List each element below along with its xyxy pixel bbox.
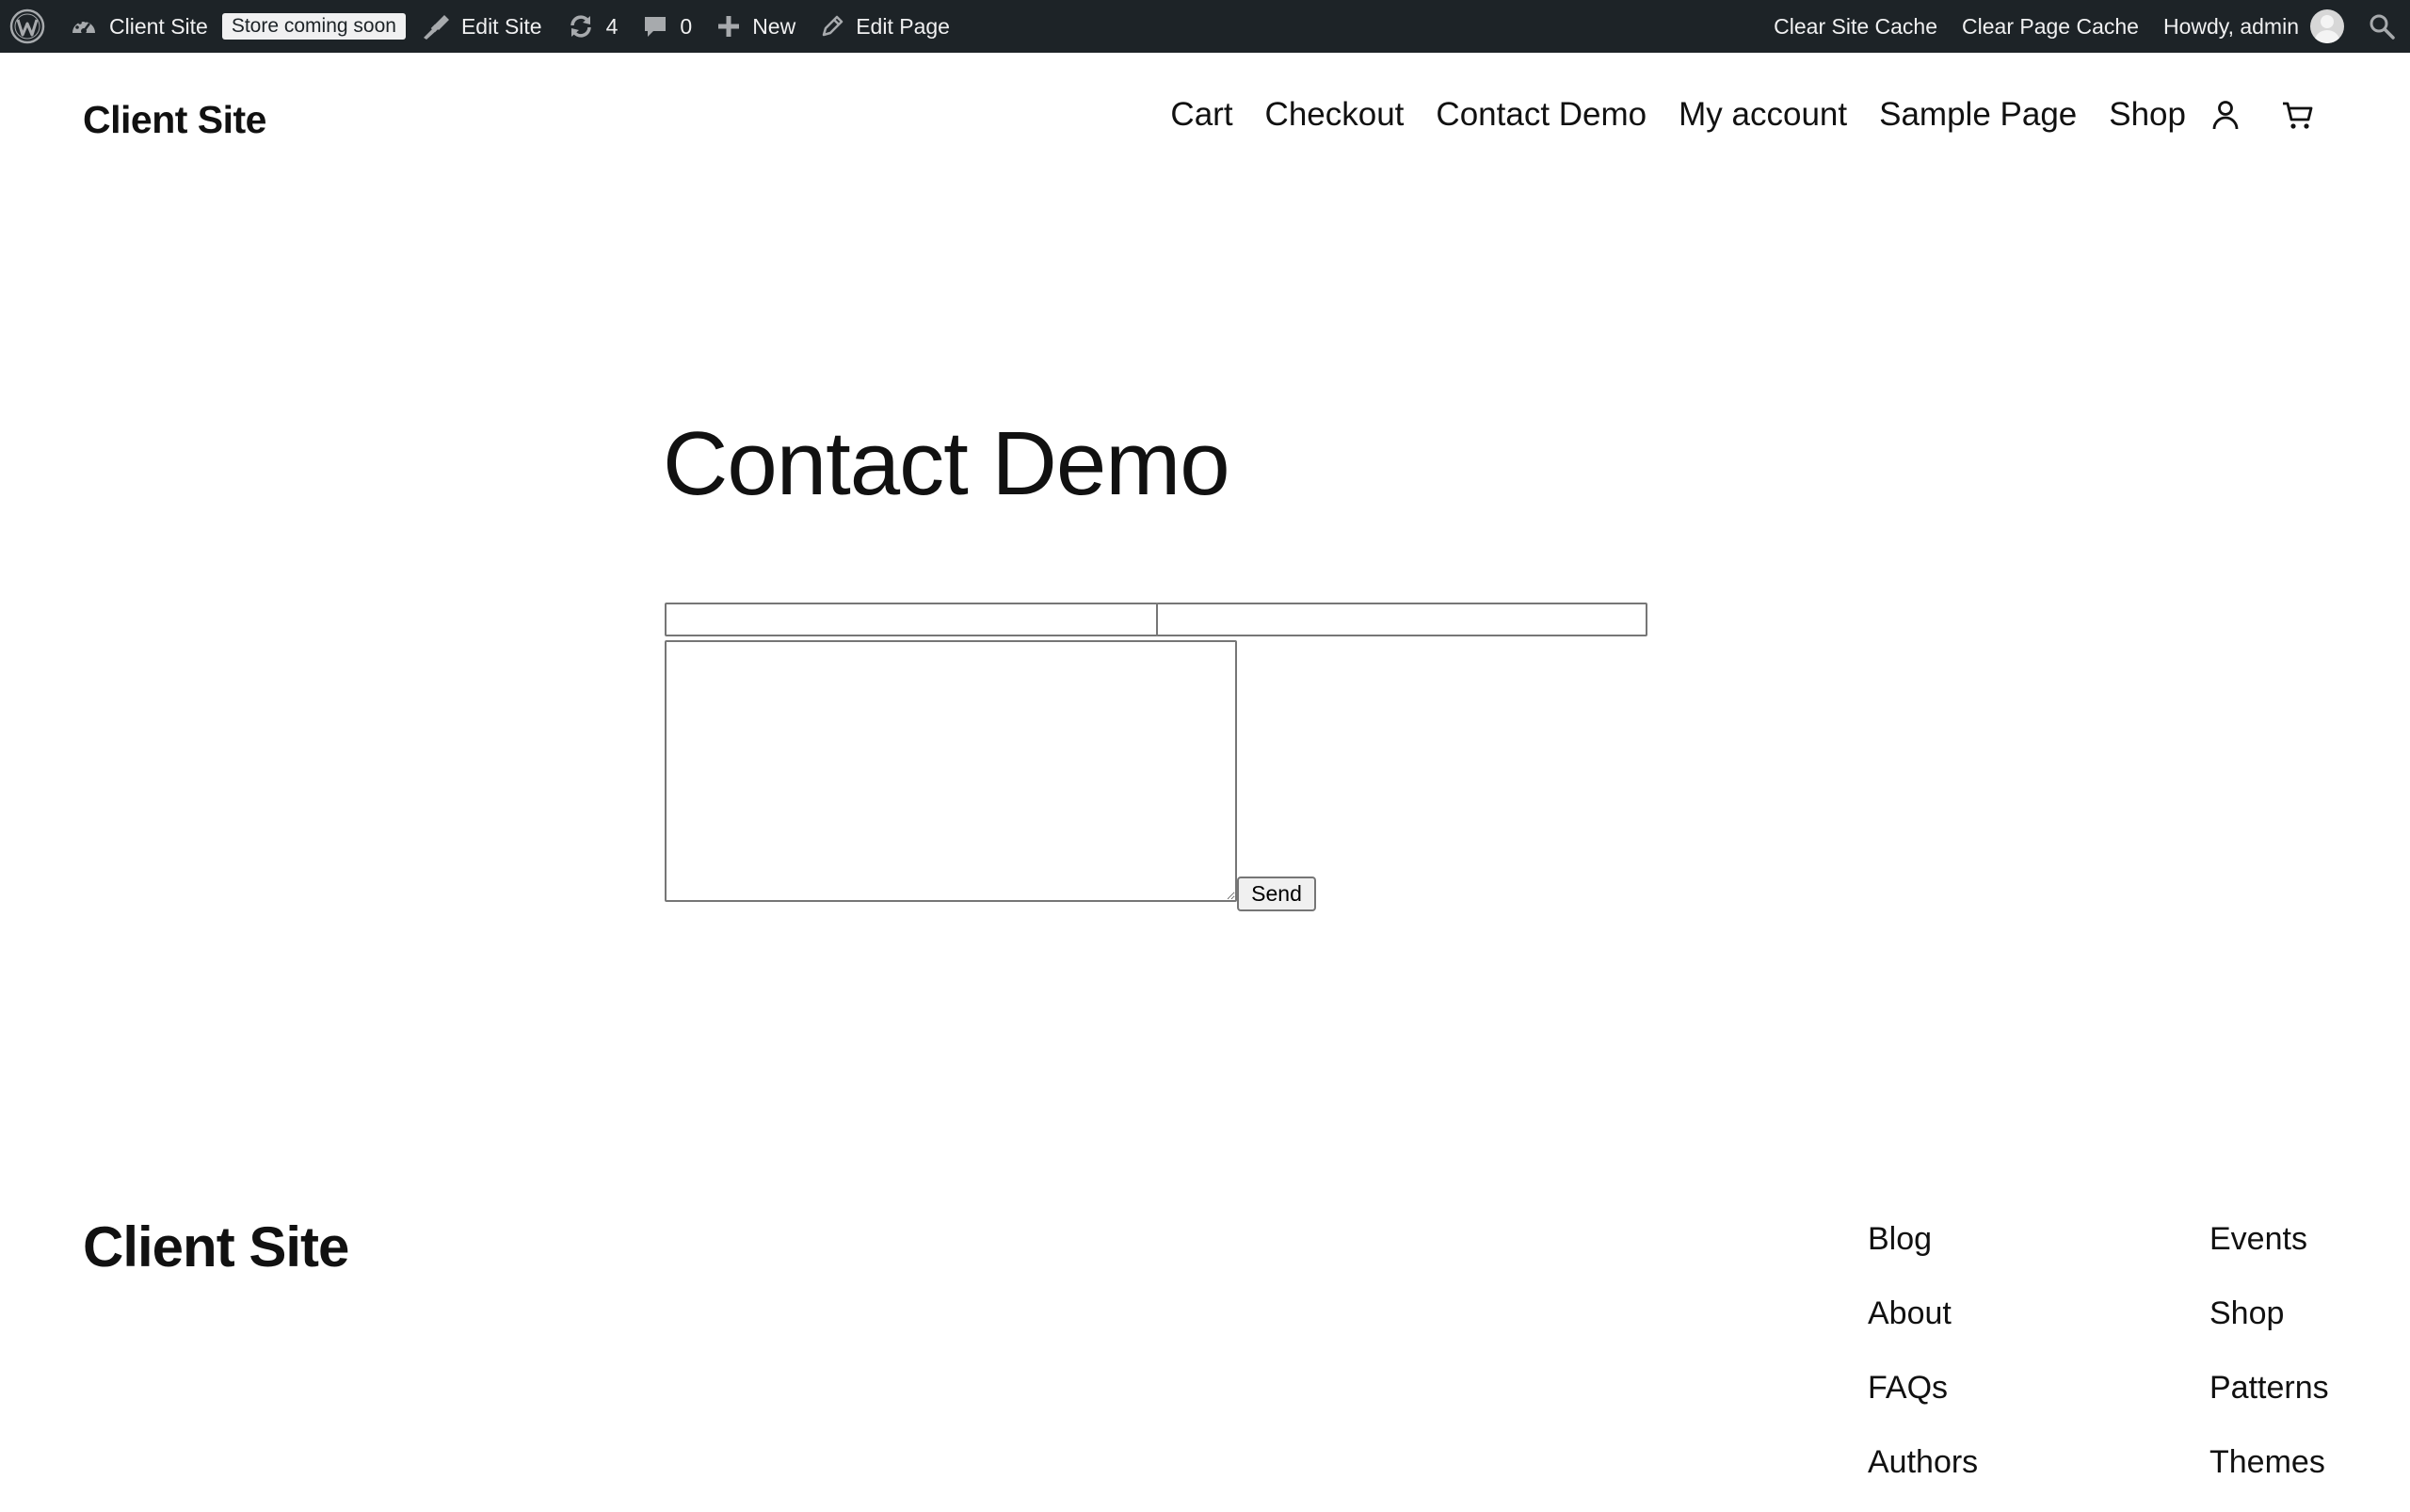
- footer-link-about[interactable]: About: [1868, 1289, 1978, 1363]
- wordpress-icon: [9, 8, 45, 44]
- page-title: Contact Demo: [663, 413, 1230, 514]
- updates-button[interactable]: 4: [554, 0, 631, 53]
- footer-link-patterns[interactable]: Patterns: [2209, 1363, 2329, 1438]
- send-button[interactable]: Send: [1237, 877, 1316, 911]
- updates-count: 4: [605, 13, 619, 39]
- email-field[interactable]: [1156, 603, 1647, 636]
- footer-site-title[interactable]: Client Site: [83, 1214, 349, 1279]
- brush-icon: [422, 13, 450, 40]
- comments-count: 0: [680, 13, 693, 39]
- account-icon[interactable]: [2209, 98, 2242, 132]
- edit-page-label: Edit Page: [856, 13, 950, 39]
- greeting-label: Howdy, admin: [2162, 13, 2299, 39]
- plus-icon: [716, 14, 741, 39]
- edit-site-label: Edit Site: [460, 13, 542, 39]
- pencil-icon: [820, 14, 844, 39]
- admin-bar-right: Clear Site Cache Clear Page Cache Howdy,…: [1761, 0, 2410, 53]
- dashboard-icon: [70, 14, 98, 39]
- comments-button[interactable]: 0: [630, 0, 704, 53]
- footer-link-shop[interactable]: Shop: [2209, 1289, 2329, 1363]
- nav-item-shop[interactable]: Shop: [2109, 96, 2186, 134]
- footer-link-blog[interactable]: Blog: [1868, 1214, 1978, 1289]
- name-field[interactable]: [665, 603, 1158, 636]
- new-content-button[interactable]: New: [704, 0, 808, 53]
- site-header: Client Site Cart Checkout Contact Demo M…: [0, 53, 2410, 196]
- site-title-link[interactable]: Client Site: [83, 98, 266, 142]
- refresh-icon: [567, 14, 595, 39]
- primary-navigation: Cart Checkout Contact Demo My account Sa…: [1138, 90, 2316, 139]
- footer-nav-column-2: Events Shop Patterns Themes: [2209, 1214, 2329, 1512]
- new-label: New: [752, 13, 796, 39]
- site-name-label: Client Site: [109, 13, 208, 39]
- nav-item-checkout[interactable]: Checkout: [1265, 96, 1405, 134]
- site-name-menu[interactable]: Client Site: [57, 0, 220, 53]
- footer-nav-column-1: Blog About FAQs Authors: [1868, 1214, 1978, 1512]
- wordpress-logo-button[interactable]: [0, 0, 57, 53]
- admin-bar-left: Client Site Store coming soon Edit Site: [0, 0, 962, 53]
- comment-icon: [642, 14, 668, 39]
- cart-icon[interactable]: [2280, 98, 2316, 132]
- admin-bar: Client Site Store coming soon Edit Site: [0, 0, 2410, 53]
- edit-site-button[interactable]: Edit Site: [410, 0, 554, 53]
- edit-page-button[interactable]: Edit Page: [808, 0, 962, 53]
- footer-link-events[interactable]: Events: [2209, 1214, 2329, 1289]
- clear-site-cache-button[interactable]: Clear Site Cache: [1761, 0, 1950, 53]
- footer-link-authors[interactable]: Authors: [1868, 1438, 1978, 1512]
- search-icon: [2369, 13, 2395, 40]
- nav-item-contact-demo[interactable]: Contact Demo: [1436, 96, 1647, 134]
- admin-search-button[interactable]: [2356, 0, 2410, 53]
- nav-item-my-account[interactable]: My account: [1679, 96, 1847, 134]
- nav-item-cart[interactable]: Cart: [1170, 96, 1232, 134]
- store-status-badge[interactable]: Store coming soon: [221, 13, 406, 40]
- avatar: [2310, 9, 2344, 43]
- account-menu[interactable]: Howdy, admin: [2151, 0, 2356, 53]
- nav-item-sample-page[interactable]: Sample Page: [1879, 96, 2077, 134]
- message-field[interactable]: [665, 640, 1237, 902]
- clear-page-cache-button[interactable]: Clear Page Cache: [1950, 0, 2151, 53]
- footer-link-faqs[interactable]: FAQs: [1868, 1363, 1978, 1438]
- footer-link-themes[interactable]: Themes: [2209, 1438, 2329, 1512]
